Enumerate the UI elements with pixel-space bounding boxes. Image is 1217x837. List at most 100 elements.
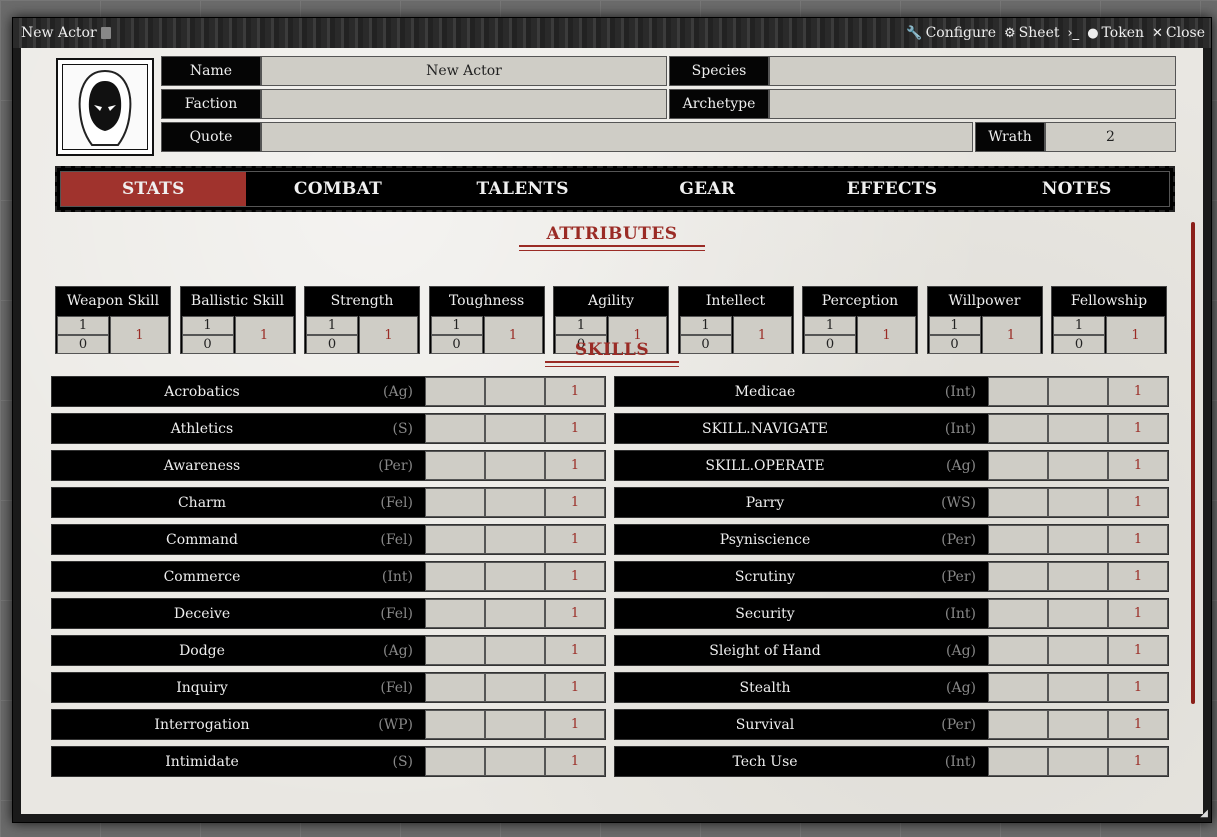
archetype-input[interactable] bbox=[769, 89, 1176, 119]
quote-input[interactable] bbox=[261, 122, 973, 152]
skill-advance-input[interactable] bbox=[988, 414, 1048, 443]
sheet-body: Name New Actor Species Faction Archetype… bbox=[21, 48, 1203, 814]
tab-stats[interactable]: STATS bbox=[61, 172, 246, 206]
attribute-base-input[interactable]: 1 bbox=[430, 316, 483, 335]
skill-total: 1 bbox=[545, 636, 605, 665]
attributes-section-title: ATTRIBUTES bbox=[21, 224, 1203, 251]
skill-name: Deceive bbox=[173, 605, 231, 622]
skill-total: 1 bbox=[545, 377, 605, 406]
skill-bonus-input[interactable] bbox=[485, 599, 545, 628]
skill-bonus-input[interactable] bbox=[485, 377, 545, 406]
skill-advance-input[interactable] bbox=[425, 451, 485, 480]
skill-bonus-input[interactable] bbox=[1048, 710, 1108, 739]
skill-name: Commerce bbox=[163, 568, 241, 585]
skill-bonus-input[interactable] bbox=[485, 747, 545, 776]
skill-bonus-input[interactable] bbox=[485, 636, 545, 665]
tab-notes[interactable]: NOTES bbox=[984, 172, 1169, 206]
name-label: Name bbox=[161, 56, 261, 86]
skill-name: Athletics bbox=[170, 420, 234, 437]
skill-total: 1 bbox=[545, 673, 605, 702]
skill-advance-input[interactable] bbox=[425, 747, 485, 776]
skill-advance-input[interactable] bbox=[988, 599, 1048, 628]
skill-advance-input[interactable] bbox=[988, 562, 1048, 591]
skill-name: Parry bbox=[745, 494, 785, 511]
skill-bonus-input[interactable] bbox=[1048, 747, 1108, 776]
faction-input[interactable] bbox=[261, 89, 667, 119]
actor-portrait[interactable] bbox=[56, 58, 154, 156]
skill-advance-input[interactable] bbox=[988, 525, 1048, 554]
attribute-base-input[interactable]: 1 bbox=[306, 316, 358, 335]
window-titlebar[interactable]: New Actor 🔧 Configure ⚙ Sheet ›_ ● Token ✕ Close bbox=[13, 18, 1211, 48]
skills-title-text: SKILLS bbox=[574, 340, 650, 360]
tab-gear[interactable]: GEAR bbox=[615, 172, 800, 206]
actor-sheet-window: New Actor 🔧 Configure ⚙ Sheet ›_ ● Token ✕ Close… bbox=[12, 17, 1212, 823]
skill-advance-input[interactable] bbox=[425, 673, 485, 702]
skill-advance-input[interactable] bbox=[988, 377, 1048, 406]
attribute-base-input[interactable]: 1 bbox=[555, 316, 607, 335]
skill-bonus-input[interactable] bbox=[485, 673, 545, 702]
skill-bonus-input[interactable] bbox=[1048, 673, 1108, 702]
control-label: Token bbox=[1101, 25, 1144, 41]
skill-attribute: (Ag) bbox=[946, 679, 976, 696]
skill-bonus-input[interactable] bbox=[1048, 451, 1108, 480]
skill-total: 1 bbox=[1108, 488, 1168, 517]
resize-handle-icon[interactable]: ◢ bbox=[1200, 808, 1208, 819]
skill-bonus-input[interactable] bbox=[1048, 525, 1108, 554]
skill-name: Awareness bbox=[163, 457, 241, 474]
skill-name: Medicae bbox=[734, 383, 796, 400]
skill-advance-input[interactable] bbox=[988, 488, 1048, 517]
skill-advance-input[interactable] bbox=[988, 636, 1048, 665]
skill-advance-input[interactable] bbox=[425, 414, 485, 443]
skill-advance-input[interactable] bbox=[988, 710, 1048, 739]
skill-advance-input[interactable] bbox=[988, 451, 1048, 480]
skill-advance-input[interactable] bbox=[425, 599, 485, 628]
console-button[interactable]: ›_ bbox=[1067, 26, 1079, 41]
attribute-base-input[interactable]: 1 bbox=[1053, 316, 1105, 335]
tab-talents[interactable]: TALENTS bbox=[430, 172, 615, 206]
attribute-base-input[interactable]: 1 bbox=[679, 316, 732, 335]
attribute-base-input[interactable]: 1 bbox=[57, 316, 109, 335]
scrollbar-thumb[interactable] bbox=[1191, 222, 1195, 704]
close-button[interactable]: ✕ Close bbox=[1152, 25, 1205, 41]
tab-effects[interactable]: EFFECTS bbox=[800, 172, 985, 206]
wrath-field-group: Wrath 2 bbox=[975, 122, 1176, 152]
skill-attribute: (Int) bbox=[381, 568, 413, 585]
skill-attribute: (Ag) bbox=[946, 642, 976, 659]
skill-bonus-input[interactable] bbox=[1048, 599, 1108, 628]
attribute-base-input[interactable]: 1 bbox=[181, 316, 234, 335]
skill-bonus-input[interactable] bbox=[485, 562, 545, 591]
skill-advance-input[interactable] bbox=[425, 525, 485, 554]
skill-bonus-input[interactable] bbox=[1048, 377, 1108, 406]
skill-advance-input[interactable] bbox=[425, 562, 485, 591]
document-id-icon[interactable] bbox=[100, 27, 111, 39]
skill-attribute: (Fel) bbox=[380, 679, 413, 696]
sheet-button[interactable]: ⚙ Sheet bbox=[1004, 25, 1059, 41]
skill-advance-input[interactable] bbox=[988, 747, 1048, 776]
skill-bonus-input[interactable] bbox=[485, 710, 545, 739]
hooded-figure-icon bbox=[78, 69, 132, 146]
skill-bonus-input[interactable] bbox=[1048, 636, 1108, 665]
skill-bonus-input[interactable] bbox=[1048, 488, 1108, 517]
skill-advance-input[interactable] bbox=[425, 710, 485, 739]
skill-bonus-input[interactable] bbox=[1048, 414, 1108, 443]
attribute-name: Weapon Skill bbox=[66, 293, 160, 309]
skill-bonus-input[interactable] bbox=[485, 488, 545, 517]
skill-bonus-input[interactable] bbox=[1048, 562, 1108, 591]
skill-advance-input[interactable] bbox=[988, 673, 1048, 702]
stats-tab-content[interactable]: ATTRIBUTES Weapon Skill 1 0 1 Ballistic Skil… bbox=[21, 220, 1203, 814]
skill-bonus-input[interactable] bbox=[485, 525, 545, 554]
species-input[interactable] bbox=[769, 56, 1176, 86]
skill-bonus-input[interactable] bbox=[485, 414, 545, 443]
skill-advance-input[interactable] bbox=[425, 636, 485, 665]
skill-advance-input[interactable] bbox=[425, 377, 485, 406]
attribute-base-input[interactable]: 1 bbox=[804, 316, 856, 335]
token-button[interactable]: ● Token bbox=[1087, 25, 1144, 41]
skill-name: Dodge bbox=[179, 642, 225, 659]
skill-advance-input[interactable] bbox=[425, 488, 485, 517]
wrath-input[interactable]: 2 bbox=[1045, 122, 1176, 152]
skill-bonus-input[interactable] bbox=[485, 451, 545, 480]
name-input[interactable]: New Actor bbox=[261, 56, 667, 86]
tab-combat[interactable]: COMBAT bbox=[246, 172, 431, 206]
configure-button[interactable]: 🔧 Configure bbox=[906, 25, 996, 41]
attribute-base-input[interactable]: 1 bbox=[928, 316, 981, 335]
